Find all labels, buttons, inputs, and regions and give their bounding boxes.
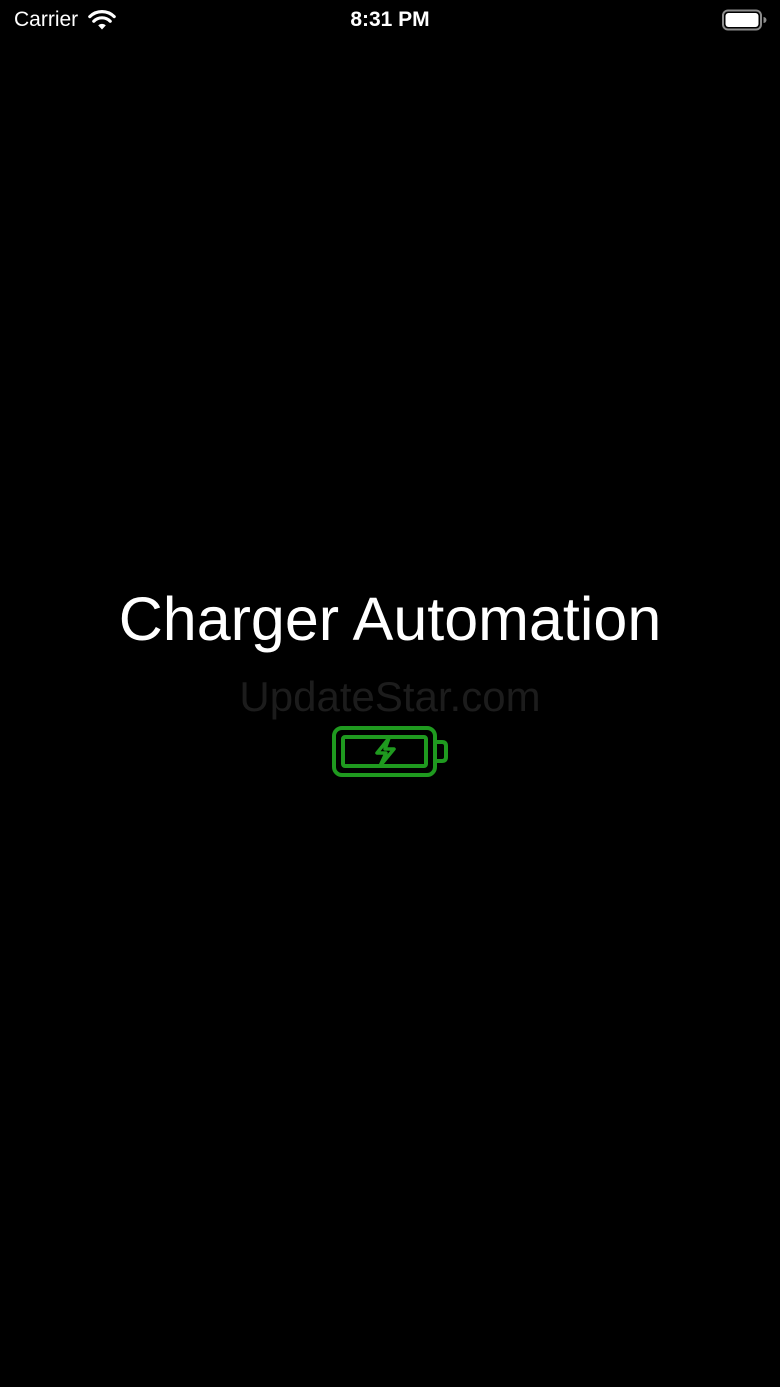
status-bar: Carrier 8:31 PM: [0, 0, 780, 40]
status-time: 8:31 PM: [350, 8, 430, 31]
battery-full-icon: [722, 9, 767, 31]
app-title: Charger Automation: [118, 585, 662, 653]
splash-content: Charger Automation: [0, 582, 780, 656]
watermark-text: UpdateStar.com: [239, 673, 541, 720]
battery-charging-icon: [332, 726, 448, 777]
